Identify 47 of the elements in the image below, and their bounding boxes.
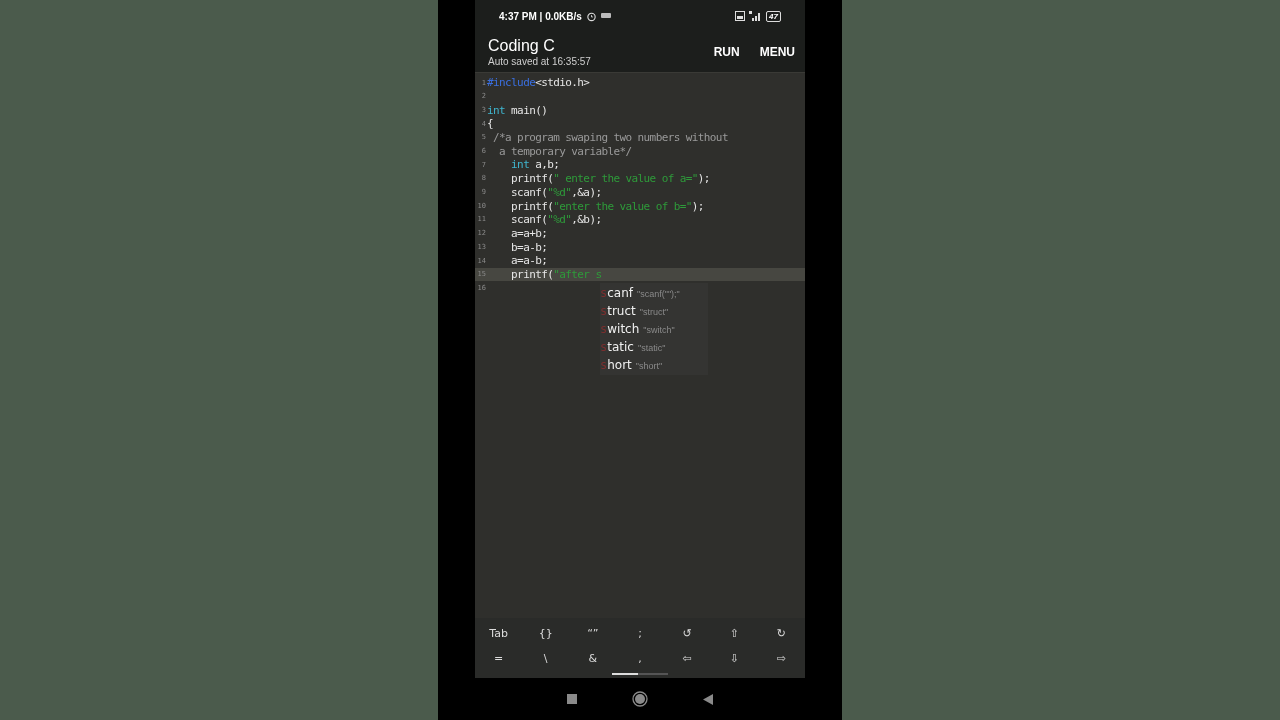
code-line: a=a-b;	[510, 254, 548, 268]
suggestion-item[interactable]: struct "struct"	[600, 302, 708, 320]
symbol-key[interactable]: ↻	[757, 622, 805, 647]
symbol-key[interactable]: ⇦	[663, 647, 711, 672]
home-icon[interactable]	[632, 691, 648, 707]
symbol-key[interactable]: ⇨	[757, 647, 805, 672]
code-line: #include<stdio.h>	[487, 76, 590, 90]
symbol-key[interactable]: {}	[522, 622, 570, 647]
code-editor[interactable]	[475, 72, 805, 618]
suggestion-item[interactable]: scanf "scanf("");"	[600, 284, 708, 302]
suggestion-item[interactable]: short "short"	[600, 356, 708, 374]
battery-level: 47	[766, 10, 781, 22]
code-line: b=a-b;	[510, 240, 548, 254]
code-line: {	[487, 117, 494, 131]
status-text: 4:37 PM | 0.0KB/s	[499, 9, 582, 24]
symbol-key[interactable]: ↺	[663, 622, 711, 647]
symbol-key[interactable]: ⇩	[710, 647, 758, 672]
code-line: a=a+b;	[510, 226, 548, 240]
signal-icon	[749, 11, 763, 21]
symbol-key[interactable]: ⇧	[710, 622, 758, 647]
symbol-key[interactable]: “”	[569, 622, 617, 647]
action-button[interactable]: MENU	[759, 43, 795, 61]
alarm-icon	[585, 10, 597, 22]
code-line: int main()	[487, 103, 548, 117]
suggestion-item[interactable]: switch "switch"	[600, 320, 708, 338]
symbol-key[interactable]: ;	[616, 622, 664, 647]
code-line: scanf("%d",&b);	[510, 213, 602, 227]
page-indicator	[612, 673, 668, 675]
app-title: Coding C	[488, 36, 556, 56]
back-icon[interactable]	[703, 693, 713, 705]
code-line: a temporary variable*/	[498, 144, 632, 158]
sim-icon	[735, 11, 746, 21]
code-line: scanf("%d",&a);	[510, 185, 602, 199]
symbol-key[interactable]: \	[522, 647, 570, 672]
action-button[interactable]: RUN	[713, 43, 740, 61]
symbol-key[interactable]: &	[569, 647, 617, 672]
code-line: printf("after s	[510, 267, 602, 281]
symbol-key[interactable]: =	[475, 647, 523, 672]
symbol-key[interactable]: Tab	[475, 622, 523, 647]
suggestion-item[interactable]: static "static"	[600, 338, 708, 356]
code-line: printf(" enter the value of a=");	[510, 172, 710, 186]
autosave-status: Auto saved at 16:35:57	[488, 56, 591, 68]
keyboard-icon	[600, 12, 611, 20]
code-line: /*a program swaping two numbers without	[492, 131, 728, 145]
code-line: int a,b;	[510, 158, 560, 172]
symbol-key[interactable]: ,	[616, 647, 664, 672]
code-line: printf("enter the value of b=");	[510, 199, 704, 213]
